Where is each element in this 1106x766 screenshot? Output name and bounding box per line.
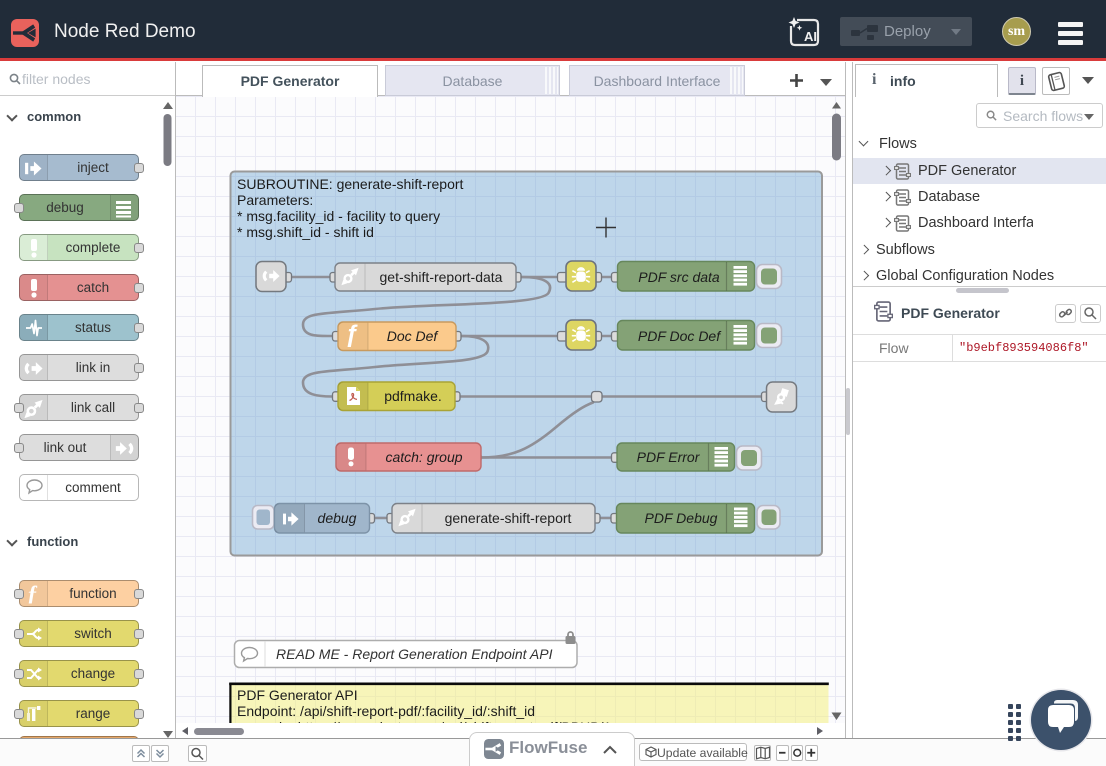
svg-text:catch: group: catch: group — [385, 449, 462, 465]
svg-text:ƒ: ƒ — [345, 321, 358, 348]
svg-text:debug: debug — [318, 510, 357, 526]
svg-text:get-shift-report-data: get-shift-report-data — [380, 269, 503, 285]
svg-text:Parameters:: Parameters: — [237, 192, 313, 208]
svg-text:Doc Def: Doc Def — [387, 328, 440, 344]
svg-text:AI: AI — [804, 29, 817, 44]
svg-text:* msg.facility_id - facility t: * msg.facility_id - facility to query — [237, 208, 440, 224]
svg-text:pdfmake.: pdfmake. — [384, 388, 442, 404]
svg-text:* msg.shift_id - shift id: * msg.shift_id - shift id — [237, 224, 374, 240]
svg-text:READ ME - Report Generation En: READ ME - Report Generation Endpoint API — [276, 646, 553, 662]
svg-text:Endpoint: /api/shift-report-pd: Endpoint: /api/shift-report-pdf/:facilit… — [237, 703, 535, 719]
svg-text:PDF src data: PDF src data — [638, 269, 720, 285]
svg-text:PDF Doc Def: PDF Doc Def — [638, 328, 722, 344]
svg-text:PDF Error: PDF Error — [637, 449, 701, 465]
svg-text:PDF Debug: PDF Debug — [645, 510, 718, 526]
svg-text:SUBROUTINE: generate-shift-rep: SUBROUTINE: generate-shift-report — [237, 176, 464, 192]
svg-text:PDF Generator API: PDF Generator API — [237, 687, 358, 703]
svg-text:generate-shift-report: generate-shift-report — [445, 510, 572, 526]
